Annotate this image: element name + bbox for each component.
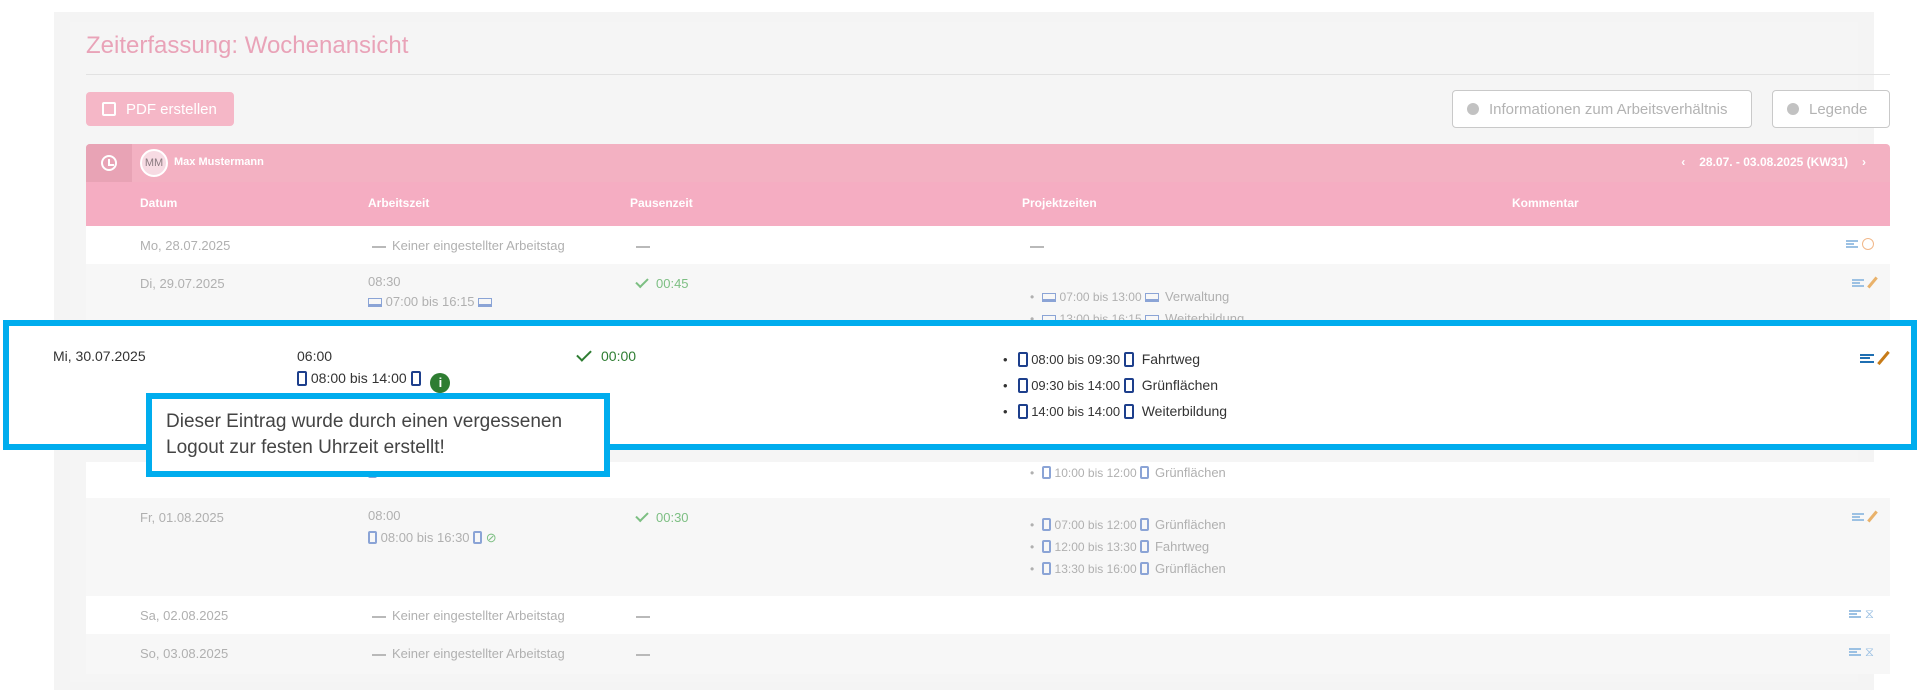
check-icon bbox=[635, 274, 649, 289]
row-hours: 08:30 bbox=[368, 274, 401, 289]
row-hours: 06:00 bbox=[297, 348, 333, 364]
legend-label: Legende bbox=[1809, 100, 1868, 118]
phone-icon bbox=[297, 371, 307, 386]
row-span: 08:00 bis 16:30 ⊘ bbox=[368, 530, 497, 546]
row-date: So, 03.08.2025 bbox=[140, 646, 229, 661]
laptop-icon bbox=[368, 298, 382, 307]
clock-toggle-button[interactable] bbox=[86, 144, 132, 182]
edit-icon[interactable] bbox=[1867, 510, 1878, 523]
employment-info-label: Informationen zum Arbeitsverhältnis bbox=[1489, 100, 1728, 118]
week-range: 28.07. - 03.08.2025 (KW31) bbox=[1699, 155, 1848, 169]
row-date: Mi, 30.07.2025 bbox=[53, 348, 146, 364]
row-date: Mo, 28.07.2025 bbox=[140, 238, 231, 253]
user-name: Max Mustermann bbox=[174, 156, 264, 168]
avatar: MM bbox=[140, 149, 168, 177]
row-break bbox=[636, 608, 656, 623]
list-item: 07:00 bis 12:00 Grünflächen bbox=[1030, 514, 1226, 536]
table-row: Mo, 28.07.2025 Keiner eingestellter Arbe… bbox=[86, 226, 1890, 264]
row-actions bbox=[1852, 510, 1878, 523]
list-item: 13:30 bis 16:00 Grünflächen bbox=[1030, 558, 1226, 580]
column-header-date: Datum bbox=[140, 196, 178, 210]
row-actions: ⧖ bbox=[1848, 644, 1874, 660]
row-actions: ⧖ bbox=[1848, 606, 1874, 622]
phone-icon bbox=[368, 531, 377, 544]
pdf-button-label: PDF erstellen bbox=[126, 100, 217, 118]
document-icon bbox=[102, 102, 116, 116]
title-divider bbox=[86, 74, 1890, 75]
prev-week-button[interactable]: ‹ bbox=[1681, 155, 1685, 169]
table-row: Fr, 01.08.2025 08:00 08:00 bis 16:30 ⊘ 0… bbox=[86, 498, 1890, 596]
comment-icon[interactable] bbox=[1846, 240, 1858, 248]
legend-icon bbox=[1787, 103, 1799, 115]
row-projects bbox=[1030, 238, 1050, 253]
list-item: 08:00 bis 09:30 Fahrtweg bbox=[1003, 346, 1227, 372]
row-break bbox=[636, 238, 656, 253]
check-circle-icon: ⊘ bbox=[485, 530, 497, 545]
list-item: 14:00 bis 14:00 Weiterbildung bbox=[1003, 398, 1227, 424]
check-icon bbox=[576, 346, 592, 362]
forgotten-logout-tooltip: Dieser Eintrag wurde durch einen vergess… bbox=[146, 393, 610, 477]
row-projects: 08:00 bis 09:30 Fahrtweg 09:30 bis 14:00… bbox=[1003, 346, 1227, 424]
check-icon bbox=[635, 508, 649, 523]
row-break: 00:45 bbox=[635, 274, 689, 291]
next-week-button[interactable]: › bbox=[1862, 155, 1866, 169]
edit-icon[interactable] bbox=[1877, 350, 1890, 366]
tooltip-line-1: Dieser Eintrag wurde durch einen vergess… bbox=[166, 411, 563, 432]
employment-info-button[interactable]: Informationen zum Arbeitsverhältnis bbox=[1452, 90, 1752, 128]
row-actions bbox=[1852, 276, 1878, 289]
comment-icon[interactable] bbox=[1848, 610, 1861, 618]
row-actions bbox=[1846, 238, 1874, 250]
pdf-button[interactable]: PDF erstellen bbox=[86, 92, 234, 126]
row-actions bbox=[1860, 350, 1890, 366]
legend-button[interactable]: Legende bbox=[1772, 90, 1890, 128]
column-header-comment: Kommentar bbox=[1512, 196, 1579, 210]
info-icon bbox=[1467, 103, 1479, 115]
table-row: Sa, 02.08.2025 Keiner eingestellter Arbe… bbox=[86, 596, 1890, 634]
phone-icon bbox=[473, 531, 483, 544]
row-span: 07:00 bis 16:15 bbox=[368, 294, 493, 309]
row-break bbox=[636, 646, 656, 661]
table-row: So, 03.08.2025 Keiner eingestellter Arbe… bbox=[86, 634, 1890, 674]
comment-icon[interactable] bbox=[1852, 278, 1864, 287]
tooltip-line-2: Logout zur festen Uhrzeit erstellt! bbox=[166, 437, 445, 458]
row-date: Sa, 02.08.2025 bbox=[140, 608, 229, 623]
list-item: 12:00 bis 13:30 Fahrtweg bbox=[1030, 536, 1226, 558]
row-span: 08:00 bis 14:00 i bbox=[297, 370, 451, 393]
clock-icon[interactable] bbox=[1862, 238, 1874, 250]
row-worktime: Keiner eingestellter Arbeitstag bbox=[372, 608, 565, 623]
laptop-icon bbox=[478, 298, 493, 307]
row-projects: 10:00 bis 12:00 Grünflächen bbox=[1030, 462, 1226, 484]
edit-icon[interactable] bbox=[1867, 276, 1878, 289]
row-date: Fr, 01.08.2025 bbox=[140, 510, 224, 525]
comment-icon[interactable] bbox=[1852, 512, 1864, 521]
column-header-breaktime: Pausenzeit bbox=[630, 196, 693, 210]
row-projects: 07:00 bis 12:00 Grünflächen 12:00 bis 13… bbox=[1030, 514, 1226, 580]
column-header-projects: Projektzeiten bbox=[1022, 196, 1097, 210]
comment-icon[interactable] bbox=[1848, 648, 1861, 656]
list-item: 10:00 bis 12:00 Grünflächen bbox=[1030, 462, 1226, 484]
hourglass-icon: ⧖ bbox=[1864, 606, 1874, 621]
employee-header: MM Max Mustermann ‹ 28.07. - 03.08.2025 … bbox=[86, 144, 1890, 182]
hourglass-icon: ⧖ bbox=[1864, 644, 1874, 659]
column-header-worktime: Arbeitszeit bbox=[368, 196, 430, 210]
column-header-row: Datum Arbeitszeit Pausenzeit Projektzeit… bbox=[86, 182, 1890, 226]
list-item: 07:00 bis 13:00 Verwaltung bbox=[1030, 286, 1244, 308]
row-date: Di, 29.07.2025 bbox=[140, 276, 225, 291]
week-navigation: ‹ 28.07. - 03.08.2025 (KW31) › bbox=[1681, 155, 1866, 169]
row-break: 00:30 bbox=[635, 508, 689, 525]
row-break: 00:00 bbox=[576, 346, 636, 364]
info-icon[interactable]: i bbox=[430, 372, 451, 393]
page-title: Zeiterfassung: Wochenansicht bbox=[86, 32, 409, 59]
phone-icon bbox=[410, 371, 421, 386]
comment-icon[interactable] bbox=[1860, 353, 1874, 363]
row-worktime: Keiner eingestellter Arbeitstag bbox=[372, 646, 565, 661]
row-hours: 08:00 bbox=[368, 508, 401, 523]
clock-icon bbox=[101, 155, 117, 171]
row-worktime: Keiner eingestellter Arbeitstag bbox=[372, 238, 565, 253]
list-item: 09:30 bis 14:00 Grünflächen bbox=[1003, 372, 1227, 398]
